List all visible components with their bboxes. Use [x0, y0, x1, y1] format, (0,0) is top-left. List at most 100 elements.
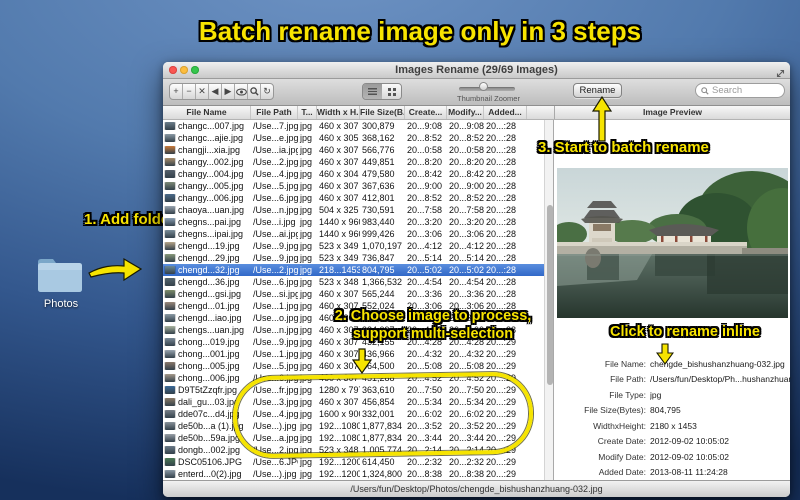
cell-added: 20...:28: [486, 193, 517, 203]
cell-modified: 20...8:52: [449, 133, 484, 143]
cell-type: jpg: [300, 277, 313, 287]
eye-button[interactable]: [235, 84, 248, 99]
table-row[interactable]: chegns...pai.jpg/Use...i.jpg jpg 1440 x 96…: [163, 216, 544, 228]
next-button[interactable]: ▶: [222, 84, 235, 99]
cell-path: /Use...2.jpg: [253, 265, 298, 275]
thumbnail-icon: [163, 218, 176, 226]
cell-modified: 20...0:58: [449, 145, 484, 155]
cell-name: chengd...36.jpg: [178, 277, 240, 287]
table-row[interactable]: DSC05106.JPG/Use...6.JPGjpg192...1200614…: [163, 456, 544, 468]
column-header[interactable]: T...: [298, 106, 317, 119]
cell-created: 20...5:14: [407, 253, 443, 263]
metadata-value[interactable]: 804,795: [650, 405, 681, 415]
table-row[interactable]: chengd...19.jpg/Use...9.jpg jpg 523 x 349 1…: [163, 240, 544, 252]
cell-name: chong...006.jpg: [178, 373, 240, 383]
folder-label[interactable]: Photos: [28, 298, 94, 310]
vertical-scrollbar[interactable]: [544, 120, 553, 480]
cell-path: /Use...9.jpg: [253, 241, 298, 251]
cell-added: 20...:28: [486, 289, 517, 299]
metadata-value[interactable]: 2013-08-11 11:24:28: [650, 467, 728, 477]
cell-path: /Use...5.jpg: [253, 181, 298, 191]
metadata-list: File Name: chengde_bishushanzhuang-032.jp…: [554, 356, 791, 480]
photos-folder-icon[interactable]: [36, 254, 84, 299]
zoom-window-button[interactable]: [191, 66, 199, 74]
minus-button[interactable]: −: [183, 84, 196, 99]
table-row[interactable]: changy...005.jpg/Use...5.jpg jpg 460 x 307…: [163, 180, 544, 192]
thumbnail-icon: [163, 314, 176, 322]
delete-button[interactable]: ✕: [196, 84, 209, 99]
column-header[interactable]: File Name: [163, 106, 251, 119]
cell-dims: 218...1453: [319, 265, 360, 275]
metadata-row: File Type: jpg: [554, 387, 791, 403]
metadata-value[interactable]: jpg: [650, 390, 661, 400]
cell-type: jpg: [300, 181, 313, 191]
cell-added: 20...:28: [486, 217, 517, 227]
close-window-button[interactable]: [169, 66, 177, 74]
table-row[interactable]: enterd...0(2).jpg/Use...).jpg jpg 192...12…: [163, 468, 544, 480]
column-header[interactable]: Modify...: [447, 106, 484, 119]
cell-size: 479,580: [362, 169, 395, 179]
table-row[interactable]: changc...007.jpg/Use...7.jpg jpg 460 x 307…: [163, 120, 544, 132]
scrollbar-thumb[interactable]: [546, 205, 553, 385]
cell-modified: 20...5:14: [449, 253, 484, 263]
table-row[interactable]: chegns...ipai.jpg/Use...ai.jpg jpg 1440 x …: [163, 228, 544, 240]
cell-dims: 523 x 349: [319, 241, 359, 251]
cell-size: 566,776: [362, 145, 395, 155]
table-row[interactable]: changy...006.jpg/Use...6.jpg jpg 460 x 307…: [163, 192, 544, 204]
thumbnail-icon: [163, 254, 176, 262]
cell-modified: 20...5:02: [449, 265, 484, 275]
table-row[interactable]: changy...002.jpg/Use...2.jpg jpg 460 x 307…: [163, 156, 544, 168]
grid-view-button[interactable]: [382, 84, 401, 99]
cell-dims: 523 x 348: [319, 277, 359, 287]
plus-button[interactable]: +: [170, 84, 183, 99]
cell-name: chengd...gsi.jpg: [178, 289, 242, 299]
metadata-row: File Path: /Users/fun/Desktop/Ph...hushan…: [554, 372, 791, 388]
slider-knob[interactable]: [479, 82, 488, 91]
table-row[interactable]: chengd...36.jpg/Use...6.jpg jpg 523 x 348 1…: [163, 276, 544, 288]
metadata-value[interactable]: 2012-09-02 10:05:02: [650, 452, 729, 462]
refresh-button[interactable]: ↻: [261, 84, 273, 99]
table-row[interactable]: chengd...gsi.jpg/Use...si.jpg jpg 460 x 30…: [163, 288, 544, 300]
table-row[interactable]: changji...xia.jpg/Use...ia.jpg jpg 460 x 3…: [163, 144, 544, 156]
thumbnail-icon: [163, 434, 176, 442]
cell-type: jpg: [300, 457, 313, 467]
cell-added: 20...:28: [486, 277, 517, 287]
cell-created: 20...5:08: [407, 361, 443, 371]
cell-name: chaoya...uan.jpg: [178, 205, 245, 215]
column-header[interactable]: Width x H...: [317, 106, 360, 119]
cell-dims: 192...1200: [319, 469, 360, 479]
table-row[interactable]: changy...004.jpg/Use...4.jpg jpg 460 x 304…: [163, 168, 544, 180]
metadata-value[interactable]: 2180 x 1453: [650, 421, 697, 431]
search-placeholder: Search: [712, 85, 743, 96]
metadata-value[interactable]: /Users/fun/Desktop/Ph...hushanzhuang-032…: [650, 374, 791, 384]
cell-size: 1,070,197: [362, 241, 403, 251]
cell-dims: 460 x 307: [319, 181, 359, 191]
column-header[interactable]: File Path: [251, 106, 298, 119]
minimize-window-button[interactable]: [180, 66, 188, 74]
cell-path: /Use...9.jpg: [253, 337, 298, 347]
cell-added: 20...:29: [486, 469, 517, 479]
cell-name: dongb...002.jpg: [178, 445, 241, 455]
selection-highlight-oval: [232, 371, 534, 459]
table-row-selected[interactable]: chengd...32.jpg/Use...2.jpg jpg 218...1453…: [163, 264, 544, 276]
magnifier-button[interactable]: [248, 84, 261, 99]
titlebar[interactable]: Images Rename (29/69 Images): [163, 62, 790, 79]
prev-button[interactable]: ◀: [209, 84, 222, 99]
metadata-value[interactable]: 2012-09-02 10:05:02: [650, 436, 729, 446]
cell-name: changy...005.jpg: [178, 181, 244, 191]
table-row[interactable]: chaoya...uan.jpg/Use...n.jpg jpg 504 x 325…: [163, 204, 544, 216]
column-header[interactable]: Create...: [405, 106, 447, 119]
column-header[interactable]: File Size(B...: [360, 106, 405, 119]
cell-type: jpg: [300, 469, 313, 479]
table-row[interactable]: chengd...29.jpg/Use...9.jpg jpg 523 x 349 7…: [163, 252, 544, 264]
cell-name: chegns...pai.jpg: [178, 217, 242, 227]
cell-created: 20...3:36: [407, 289, 443, 299]
cell-type: jpg: [300, 361, 313, 371]
cell-modified: 20...3:20: [449, 217, 484, 227]
search-input[interactable]: Search: [695, 83, 785, 98]
arrow-right-icon: [88, 256, 143, 289]
list-view-button[interactable]: [363, 84, 382, 99]
cell-name: changc...ajie.jpg: [178, 133, 244, 143]
column-header[interactable]: Added...: [484, 106, 527, 119]
table-row[interactable]: changc...ajie.jpg/Use...e.jpg jpg 460 x 30…: [163, 132, 544, 144]
